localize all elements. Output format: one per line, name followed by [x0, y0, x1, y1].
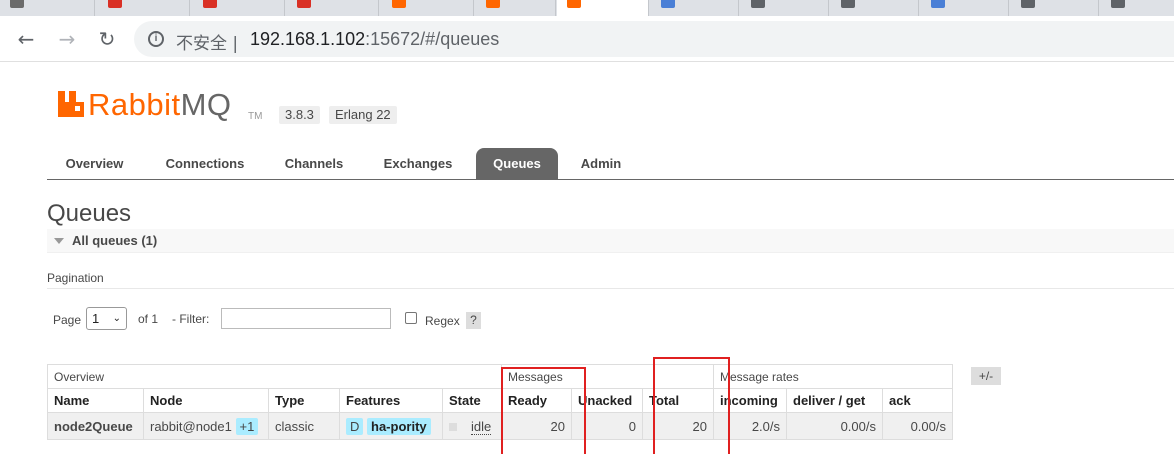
- col-deliver-get[interactable]: deliver / get: [786, 388, 883, 413]
- browser-tab-active[interactable]: [557, 0, 649, 16]
- version-badge: 3.8.3: [279, 106, 320, 124]
- col-name[interactable]: Name: [47, 388, 144, 413]
- tab-favicon-icon: [661, 0, 675, 8]
- tab-exchanges[interactable]: Exchanges: [369, 148, 467, 179]
- section-label: All queues (1): [72, 233, 158, 248]
- page-select[interactable]: 1 ⌄: [86, 307, 127, 330]
- col-node[interactable]: Node: [143, 388, 269, 413]
- tab-favicon-icon: [203, 0, 217, 8]
- address-bar[interactable]: i 不安全 | 192.168.1.102:15672/#/queues: [134, 21, 1174, 57]
- logo-trademark: TM: [248, 111, 263, 122]
- queue-node: rabbit@node1 +1: [143, 412, 269, 440]
- tab-favicon-icon: [931, 0, 945, 8]
- column-toggle-button[interactable]: +/-: [971, 367, 1001, 385]
- tab-overview[interactable]: Overview: [47, 148, 142, 179]
- table-row[interactable]: node2Queue rabbit@node1 +1 classic D ha-…: [47, 412, 953, 440]
- tab-favicon-icon: [1021, 0, 1035, 8]
- collapse-triangle-icon: [54, 238, 64, 244]
- forward-arrow-icon[interactable]: →: [54, 26, 80, 52]
- browser-toolbar: ← → ↻ i 不安全 | 192.168.1.102:15672/#/queu…: [0, 16, 1174, 62]
- all-queues-section-toggle[interactable]: All queues (1): [47, 229, 1174, 253]
- filter-label: - Filter:: [172, 312, 210, 326]
- browser-tab[interactable]: [382, 0, 474, 16]
- tab-queues[interactable]: Queues: [476, 148, 558, 179]
- erlang-version-badge: Erlang 22: [329, 106, 397, 124]
- regex-label: Regex: [425, 314, 460, 328]
- node-name: rabbit@node1: [150, 418, 232, 434]
- tab-favicon-icon: [108, 0, 122, 8]
- tab-channels[interactable]: Channels: [271, 148, 357, 179]
- regex-checkbox[interactable]: [405, 312, 417, 324]
- browser-tab[interactable]: [741, 0, 829, 16]
- tab-favicon-icon: [751, 0, 765, 8]
- page-select-value: 1: [92, 311, 100, 326]
- state-label: idle: [471, 418, 492, 435]
- browser-tab[interactable]: [651, 0, 739, 16]
- table-group-header: Overview Messages Message rates: [47, 364, 953, 389]
- tab-admin[interactable]: Admin: [567, 148, 635, 179]
- back-arrow-icon[interactable]: ←: [13, 26, 39, 52]
- browser-tab[interactable]: [1011, 0, 1099, 16]
- tab-connections[interactable]: Connections: [148, 148, 262, 179]
- table-column-header: Name Node Type Features State Ready Unac…: [47, 388, 953, 413]
- browser-tab[interactable]: [921, 0, 1009, 16]
- queue-features: D ha-pority: [339, 412, 443, 440]
- browser-tab[interactable]: [98, 0, 190, 16]
- queue-name-link[interactable]: node2Queue: [47, 412, 144, 440]
- group-overview: Overview: [47, 364, 502, 389]
- page-title: Queues: [47, 200, 132, 227]
- rate-ack: 0.00/s: [882, 412, 953, 440]
- browser-tab[interactable]: [0, 0, 95, 16]
- chevron-down-icon: ⌄: [112, 313, 121, 324]
- annotation-highlight-total: [653, 357, 730, 454]
- queue-state: idle: [442, 412, 502, 440]
- pagination-controls: Page 1 ⌄ of 1 - Filter: Regex ?: [47, 306, 547, 334]
- help-button[interactable]: ?: [466, 312, 481, 329]
- browser-tab[interactable]: [287, 0, 379, 16]
- queue-type: classic: [268, 412, 340, 440]
- tab-favicon-icon: [841, 0, 855, 8]
- queues-table: Overview Messages Message rates Name Nod…: [47, 364, 953, 440]
- annotation-highlight-ready: [501, 367, 586, 454]
- main-nav-tabs: Overview Connections Channels Exchanges …: [47, 148, 1174, 180]
- rabbitmq-logo-icon: [58, 91, 84, 117]
- divider: [47, 288, 1174, 289]
- browser-tab[interactable]: [193, 0, 285, 16]
- durable-badge: D: [346, 417, 364, 435]
- page-label: Page: [53, 313, 82, 327]
- col-ack[interactable]: ack: [882, 388, 953, 413]
- browser-tab[interactable]: [476, 0, 556, 16]
- browser-tab[interactable]: [831, 0, 919, 16]
- mirror-count-badge: +1: [235, 417, 259, 435]
- col-state[interactable]: State: [442, 388, 502, 413]
- col-features[interactable]: Features: [339, 388, 443, 413]
- url-text[interactable]: 192.168.1.102:15672/#/queues: [250, 29, 499, 50]
- tab-favicon-icon: [567, 0, 581, 8]
- tab-favicon-icon: [10, 0, 24, 8]
- col-type[interactable]: Type: [268, 388, 340, 413]
- logo-wordmark: RabbitMQ: [88, 87, 232, 122]
- reload-icon[interactable]: ↻: [94, 26, 120, 52]
- tab-favicon-icon: [392, 0, 406, 8]
- group-message-rates: Message rates: [713, 364, 953, 389]
- page-count-label: of 1: [138, 312, 159, 326]
- tab-favicon-icon: [486, 0, 500, 8]
- browser-tab-strip: [0, 0, 1174, 16]
- browser-tab[interactable]: [1101, 0, 1174, 16]
- filter-input[interactable]: [221, 308, 391, 329]
- state-indicator-icon: [449, 423, 457, 432]
- tab-favicon-icon: [1111, 0, 1125, 8]
- security-status[interactable]: 不安全 |: [176, 29, 238, 54]
- tab-favicon-icon: [297, 0, 311, 8]
- policy-badge[interactable]: ha-pority: [367, 417, 431, 435]
- pagination-title: Pagination: [47, 271, 104, 285]
- rate-deliver-get: 0.00/s: [786, 412, 883, 440]
- info-icon[interactable]: i: [148, 31, 164, 47]
